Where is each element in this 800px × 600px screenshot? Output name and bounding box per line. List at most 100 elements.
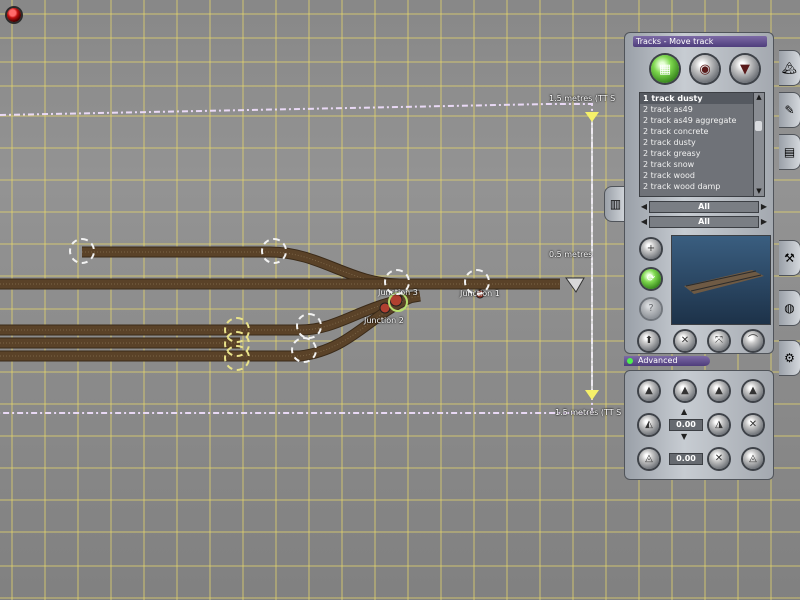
terrain-tab-icon: 🏔 (781, 61, 798, 75)
raise-all-icon: ▲ (749, 385, 757, 396)
spline-point-marker[interactable] (224, 345, 250, 371)
raise-both-button[interactable]: ▲ (675, 381, 695, 401)
spline-point-marker[interactable] (69, 238, 95, 264)
advanced-indicator-icon (627, 358, 633, 364)
curve-track-button[interactable]: ⌒ (743, 331, 763, 351)
flatten-icon: ✕ (748, 419, 758, 430)
gradient-icon: ◭ (645, 419, 653, 430)
tilt-right-icon: ✕ (714, 453, 724, 464)
list-item[interactable]: 2 track greasy (640, 148, 764, 159)
height-button[interactable]: ▼ (731, 55, 759, 83)
track-preview (671, 235, 771, 325)
place-track-button[interactable]: ⬆ (639, 331, 659, 351)
tab-objects[interactable]: ▤ (779, 134, 800, 170)
spline-point-marker[interactable] (261, 238, 287, 264)
tab-tools[interactable]: ⚒ (779, 240, 800, 276)
measure-label-top: 1.5 metres (TT S (549, 94, 616, 103)
rotate-icon: ⟳ (646, 273, 656, 284)
list-item[interactable]: 1 track dusty (640, 93, 764, 104)
list-item[interactable]: 2 track as49 (640, 104, 764, 115)
tilt-icon: ◬ (645, 453, 653, 464)
tilt-left-button[interactable]: ◬ (639, 449, 659, 469)
filter-prev-icon[interactable]: ◀ (639, 216, 649, 228)
panel-title: Tracks - Move track (633, 36, 767, 47)
track-end-marker (565, 277, 585, 293)
scroll-thumb[interactable] (755, 121, 762, 131)
delete-icon: ✕ (680, 335, 690, 346)
zoom-in-button[interactable]: + (641, 239, 661, 259)
gradient-right-button[interactable]: ◮ (709, 415, 729, 435)
raise-right-icon: ▲ (715, 385, 723, 396)
track-preview-image (672, 236, 770, 324)
spline-point-marker[interactable] (384, 269, 410, 295)
list-item[interactable]: 2 track snow (640, 159, 764, 170)
wrench-icon: ⚒ (784, 251, 795, 265)
scroll-down-icon[interactable]: ▼ (754, 187, 764, 196)
tab-terrain[interactable]: 🏔 (779, 50, 800, 86)
raise-all-button[interactable]: ▲ (743, 381, 763, 401)
list-item[interactable]: 2 track wood (640, 170, 764, 181)
paint-brush-icon: ✎ (784, 103, 795, 117)
gradient-left-button[interactable]: ◭ (639, 415, 659, 435)
list-item[interactable]: 2 track wood damp (640, 181, 764, 192)
track-tab-icon: ▥ (609, 197, 622, 211)
info-icon: ? (648, 303, 654, 314)
tab-world[interactable]: ◍ (779, 290, 800, 326)
tilt-value-field[interactable]: 0.00 (669, 453, 703, 465)
measure-arrow-head (585, 390, 599, 400)
tab-track-left[interactable]: ▥ (604, 186, 626, 222)
filter-next-icon[interactable]: ▶ (759, 216, 769, 228)
list-item[interactable]: 2 track concrete (640, 126, 764, 137)
spline-point-button[interactable]: ◉ (691, 55, 719, 83)
track-type-list[interactable]: 1 track dusty 2 track as49 2 track as49 … (639, 92, 765, 197)
globe-icon: ◍ (784, 301, 795, 315)
rotate-preview-button[interactable]: ⟳ (641, 269, 661, 289)
split-track-button[interactable]: ⤧ (709, 331, 729, 351)
filter-value-1: All (649, 201, 759, 213)
delete-track-button[interactable]: ✕ (675, 331, 695, 351)
decrease-value-icon[interactable]: ▼ (681, 432, 687, 441)
tracks-panel: Tracks - Move track ▦ ◉ ▼ 1 track dusty … (624, 32, 774, 480)
spline-point-marker[interactable] (296, 313, 322, 339)
advanced-panel: ▲ ▲ ▲ ▲ ◭ ▲ 0.00 ▼ ◮ ✕ ◬ 0.00 ✕ ◬ (624, 370, 774, 480)
spline-point-marker[interactable] (291, 337, 317, 363)
height-value-field[interactable]: 0.00 (669, 419, 703, 431)
split-icon: ⤧ (715, 335, 723, 346)
list-scrollbar[interactable]: ▲ ▼ (753, 93, 764, 196)
filter-selector-1[interactable]: ◀ All ▶ (639, 201, 769, 213)
raise-right-button[interactable]: ▲ (709, 381, 729, 401)
raise-icon: ▲ (645, 385, 653, 396)
move-track-icon: ▦ (658, 61, 672, 77)
spline-point-marker[interactable] (464, 269, 490, 295)
filter-selector-2[interactable]: ◀ All ▶ (639, 216, 769, 228)
reset-tilt-button[interactable]: ◬ (743, 449, 763, 469)
place-track-icon: ⬆ (644, 335, 654, 346)
spline-point-icon: ◉ (699, 61, 711, 77)
increase-value-icon[interactable]: ▲ (681, 407, 687, 416)
record-indicator-icon[interactable] (7, 8, 21, 22)
move-track-button[interactable]: ▦ (651, 55, 679, 83)
scroll-up-icon[interactable]: ▲ (754, 93, 764, 102)
measure-arrow-head (585, 112, 599, 122)
advanced-toggle[interactable]: Advanced (624, 356, 710, 366)
list-item[interactable]: 2 track dusty (640, 137, 764, 148)
flatten-button[interactable]: ✕ (743, 415, 763, 435)
filter-prev-icon[interactable]: ◀ (639, 201, 649, 213)
objects-tab-icon: ▤ (783, 145, 796, 159)
tilt-right-button[interactable]: ✕ (709, 449, 729, 469)
tab-paint[interactable]: ✎ (779, 92, 800, 128)
curve-icon: ⌒ (748, 335, 758, 346)
gear-icon: ⚙ (784, 351, 795, 365)
height-arrow-icon: ▼ (740, 61, 750, 77)
filter-value-2: All (649, 216, 759, 228)
raise-left-button[interactable]: ▲ (639, 381, 659, 401)
info-button[interactable]: ? (641, 299, 661, 319)
tab-settings[interactable]: ⚙ (779, 340, 800, 376)
list-item[interactable]: 2 track as49 aggregate (640, 115, 764, 126)
plus-icon: + (646, 243, 656, 254)
junction-label-2: Junction 2 (364, 316, 404, 325)
advanced-label: Advanced (638, 356, 678, 365)
gradient-right-icon: ◮ (715, 419, 723, 430)
measure-label-bottom: 1.5 metres (TT S (555, 408, 622, 417)
filter-next-icon[interactable]: ▶ (759, 201, 769, 213)
